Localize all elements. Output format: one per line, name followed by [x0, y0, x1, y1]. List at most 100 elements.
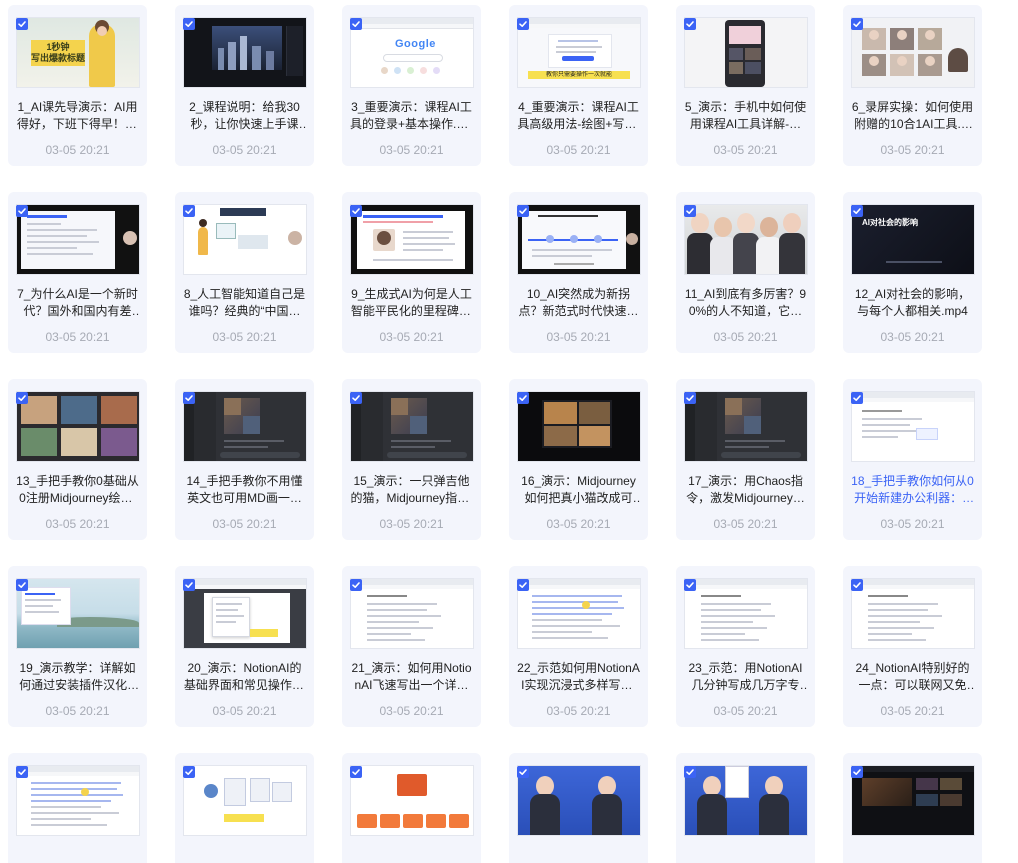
video-file-card[interactable]: 21_演示：如何用NotionAI飞速写出一个详细大纲.mp4 03-05 20:…	[342, 566, 481, 727]
video-thumbnail[interactable]	[184, 392, 306, 461]
checkbox-checked-icon[interactable]	[517, 766, 529, 778]
checkbox-checked-icon[interactable]	[183, 579, 195, 591]
video-file-card[interactable]: 16_演示：Midjourney如何把真小猫改成可爱.mp4 03-05 20:2…	[509, 379, 648, 540]
video-file-card[interactable]: 23_示范：用NotionAI几分钟写成几万字专栏.mp4 03-05 20:21	[676, 566, 815, 727]
checkbox-checked-icon[interactable]	[350, 205, 362, 217]
checkbox-checked-icon[interactable]	[183, 18, 195, 30]
video-file-card[interactable]: 17_演示：用Chaos指令，激发Midjourney灵感.mp4 03-05 2…	[676, 379, 815, 540]
file-name[interactable]: 6_录屏实操：如何使用附赠的10合1AI工具.mp4	[851, 99, 974, 133]
video-thumbnail[interactable]	[685, 18, 807, 87]
video-thumbnail[interactable]	[685, 392, 807, 461]
file-name[interactable]: 5_演示：手机中如何使用课程AI工具详解-秒懂.mp4	[684, 99, 807, 133]
video-file-card[interactable]	[843, 753, 982, 863]
video-thumbnail[interactable]	[852, 766, 974, 835]
checkbox-checked-icon[interactable]	[16, 18, 28, 30]
video-file-card[interactable]: 15_演示：一只弹吉他的猫，Midjourney指令.mp4 03-05 20:2…	[342, 379, 481, 540]
video-thumbnail[interactable]	[685, 579, 807, 648]
video-thumbnail[interactable]	[351, 766, 473, 835]
video-thumbnail[interactable]	[518, 579, 640, 648]
checkbox-checked-icon[interactable]	[350, 18, 362, 30]
video-file-card[interactable]: 2_课程说明：给我30秒，让你快速上手课程.mp4 03-05 20:21	[175, 5, 314, 166]
video-file-card[interactable]: 22_示范如何用NotionAI实现沉浸式多样写作.mp4 03-05 20:21	[509, 566, 648, 727]
video-file-card[interactable]: AI对社会的影响 12_AI对社会的影响，与每个人都相关.mp4 03-05 20:…	[843, 192, 982, 353]
video-file-card[interactable]: 1秒钟 写出爆款标题 1_AI课先导演示：AI用得好，下班下得早！.mp4 03-0…	[8, 5, 147, 166]
video-thumbnail[interactable]	[17, 579, 139, 648]
video-file-card[interactable]: 19_演示教学：详解如何通过安装插件汉化Notion.mp4 03-05 20:2…	[8, 566, 147, 727]
video-thumbnail[interactable]	[184, 766, 306, 835]
video-file-card[interactable]	[676, 753, 815, 863]
file-name[interactable]: 14_手把手教你不用懂英文也可用MD画一只猫.mp4	[183, 473, 306, 507]
video-file-card[interactable]: 11_AI到底有多厉害？90%的人不知道，它能做.mp4 03-05 20:21	[676, 192, 815, 353]
checkbox-checked-icon[interactable]	[16, 579, 28, 591]
video-thumbnail[interactable]	[351, 205, 473, 274]
video-thumbnail[interactable]: AI对社会的影响	[852, 205, 974, 274]
checkbox-checked-icon[interactable]	[851, 579, 863, 591]
checkbox-checked-icon[interactable]	[851, 18, 863, 30]
video-thumbnail[interactable]	[852, 579, 974, 648]
video-file-card[interactable]: 5_演示：手机中如何使用课程AI工具详解-秒懂.mp4 03-05 20:21	[676, 5, 815, 166]
file-name[interactable]: 15_演示：一只弹吉他的猫，Midjourney指令.mp4	[350, 473, 473, 507]
file-name[interactable]: 11_AI到底有多厉害？90%的人不知道，它能做.mp4	[684, 286, 807, 320]
file-name[interactable]: 12_AI对社会的影响，与每个人都相关.mp4	[851, 286, 974, 320]
checkbox-checked-icon[interactable]	[517, 579, 529, 591]
video-thumbnail[interactable]	[351, 392, 473, 461]
video-thumbnail[interactable]	[518, 392, 640, 461]
video-thumbnail[interactable]	[184, 579, 306, 648]
video-thumbnail[interactable]	[685, 205, 807, 274]
file-name[interactable]: 22_示范如何用NotionAI实现沉浸式多样写作.mp4	[517, 660, 640, 694]
checkbox-checked-icon[interactable]	[684, 392, 696, 404]
checkbox-checked-icon[interactable]	[517, 392, 529, 404]
file-name[interactable]: 10_AI突然成为新拐点？新范式时代快速来临.mp4	[517, 286, 640, 320]
file-name[interactable]: 17_演示：用Chaos指令，激发Midjourney灵感.mp4	[684, 473, 807, 507]
checkbox-checked-icon[interactable]	[16, 392, 28, 404]
checkbox-checked-icon[interactable]	[517, 18, 529, 30]
video-file-card[interactable]	[509, 753, 648, 863]
video-file-card[interactable]	[342, 753, 481, 863]
video-file-card[interactable]: 20_演示：NotionAI的基础界面和常见操作.mp4 03-05 20:21	[175, 566, 314, 727]
video-thumbnail[interactable]: 1秒钟 写出爆款标题	[17, 18, 139, 87]
checkbox-checked-icon[interactable]	[851, 205, 863, 217]
file-name[interactable]: 13_手把手教你0基础从0注册Midjourney绘图.mp4	[16, 473, 139, 507]
video-thumbnail[interactable]	[518, 766, 640, 835]
video-thumbnail[interactable]	[184, 205, 306, 274]
checkbox-checked-icon[interactable]	[851, 766, 863, 778]
video-thumbnail[interactable]	[17, 766, 139, 835]
video-file-card[interactable]: 教你只需要操作一次就能 4_重要演示：课程AI工具高级用法-绘图+写作.mp4 03…	[509, 5, 648, 166]
file-name[interactable]: 24_NotionAI特别好的一点：可以联网又免费.mp4	[851, 660, 974, 694]
video-thumbnail[interactable]: 教你只需要操作一次就能	[518, 18, 640, 87]
checkbox-checked-icon[interactable]	[16, 766, 28, 778]
video-file-card[interactable]: 24_NotionAI特别好的一点：可以联网又免费.mp4 03-05 20:21	[843, 566, 982, 727]
video-thumbnail[interactable]	[351, 579, 473, 648]
video-file-card[interactable]: 13_手把手教你0基础从0注册Midjourney绘图.mp4 03-05 20:…	[8, 379, 147, 540]
video-file-card[interactable]: 9_生成式AI为何是人工智能平民化的里程碑.mp4 03-05 20:21	[342, 192, 481, 353]
checkbox-checked-icon[interactable]	[684, 205, 696, 217]
video-thumbnail[interactable]	[17, 205, 139, 274]
file-name[interactable]: 1_AI课先导演示：AI用得好，下班下得早！.mp4	[16, 99, 139, 133]
file-name[interactable]: 4_重要演示：课程AI工具高级用法-绘图+写作.mp4	[517, 99, 640, 133]
checkbox-checked-icon[interactable]	[684, 579, 696, 591]
checkbox-checked-icon[interactable]	[16, 205, 28, 217]
file-name[interactable]: 18_手把手教你如何从0开始新建办公利器：Notion.mp4	[851, 473, 974, 507]
file-name[interactable]: 9_生成式AI为何是人工智能平民化的里程碑.mp4	[350, 286, 473, 320]
checkbox-checked-icon[interactable]	[183, 766, 195, 778]
file-name[interactable]: 21_演示：如何用NotionAI飞速写出一个详细大纲.mp4	[350, 660, 473, 694]
video-file-card[interactable]: 14_手把手教你不用懂英文也可用MD画一只猫.mp4 03-05 20:21	[175, 379, 314, 540]
checkbox-checked-icon[interactable]	[350, 392, 362, 404]
file-name[interactable]: 2_课程说明：给我30秒，让你快速上手课程.mp4	[183, 99, 306, 133]
file-name[interactable]: 20_演示：NotionAI的基础界面和常见操作.mp4	[183, 660, 306, 694]
video-file-card[interactable]: 10_AI突然成为新拐点？新范式时代快速来临.mp4 03-05 20:21	[509, 192, 648, 353]
video-file-card[interactable]	[8, 753, 147, 863]
file-name[interactable]: 7_为什么AI是一个新时代？国外和国内有差别.mp4	[16, 286, 139, 320]
checkbox-checked-icon[interactable]	[350, 579, 362, 591]
file-name[interactable]: 23_示范：用NotionAI几分钟写成几万字专栏.mp4	[684, 660, 807, 694]
checkbox-checked-icon[interactable]	[684, 18, 696, 30]
file-name[interactable]: 16_演示：Midjourney如何把真小猫改成可爱.mp4	[517, 473, 640, 507]
video-thumbnail[interactable]	[685, 766, 807, 835]
checkbox-checked-icon[interactable]	[183, 392, 195, 404]
video-thumbnail[interactable]	[184, 18, 306, 87]
video-file-card[interactable]: 18_手把手教你如何从0开始新建办公利器：Notion.mp4 03-05 20:…	[843, 379, 982, 540]
video-file-card[interactable]: 7_为什么AI是一个新时代？国外和国内有差别.mp4 03-05 20:21	[8, 192, 147, 353]
checkbox-checked-icon[interactable]	[183, 205, 195, 217]
video-file-card[interactable]: Google 3_重要演示：课程AI工具的登录+基本操作.mp4 03-05 20:…	[342, 5, 481, 166]
checkbox-checked-icon[interactable]	[851, 392, 863, 404]
